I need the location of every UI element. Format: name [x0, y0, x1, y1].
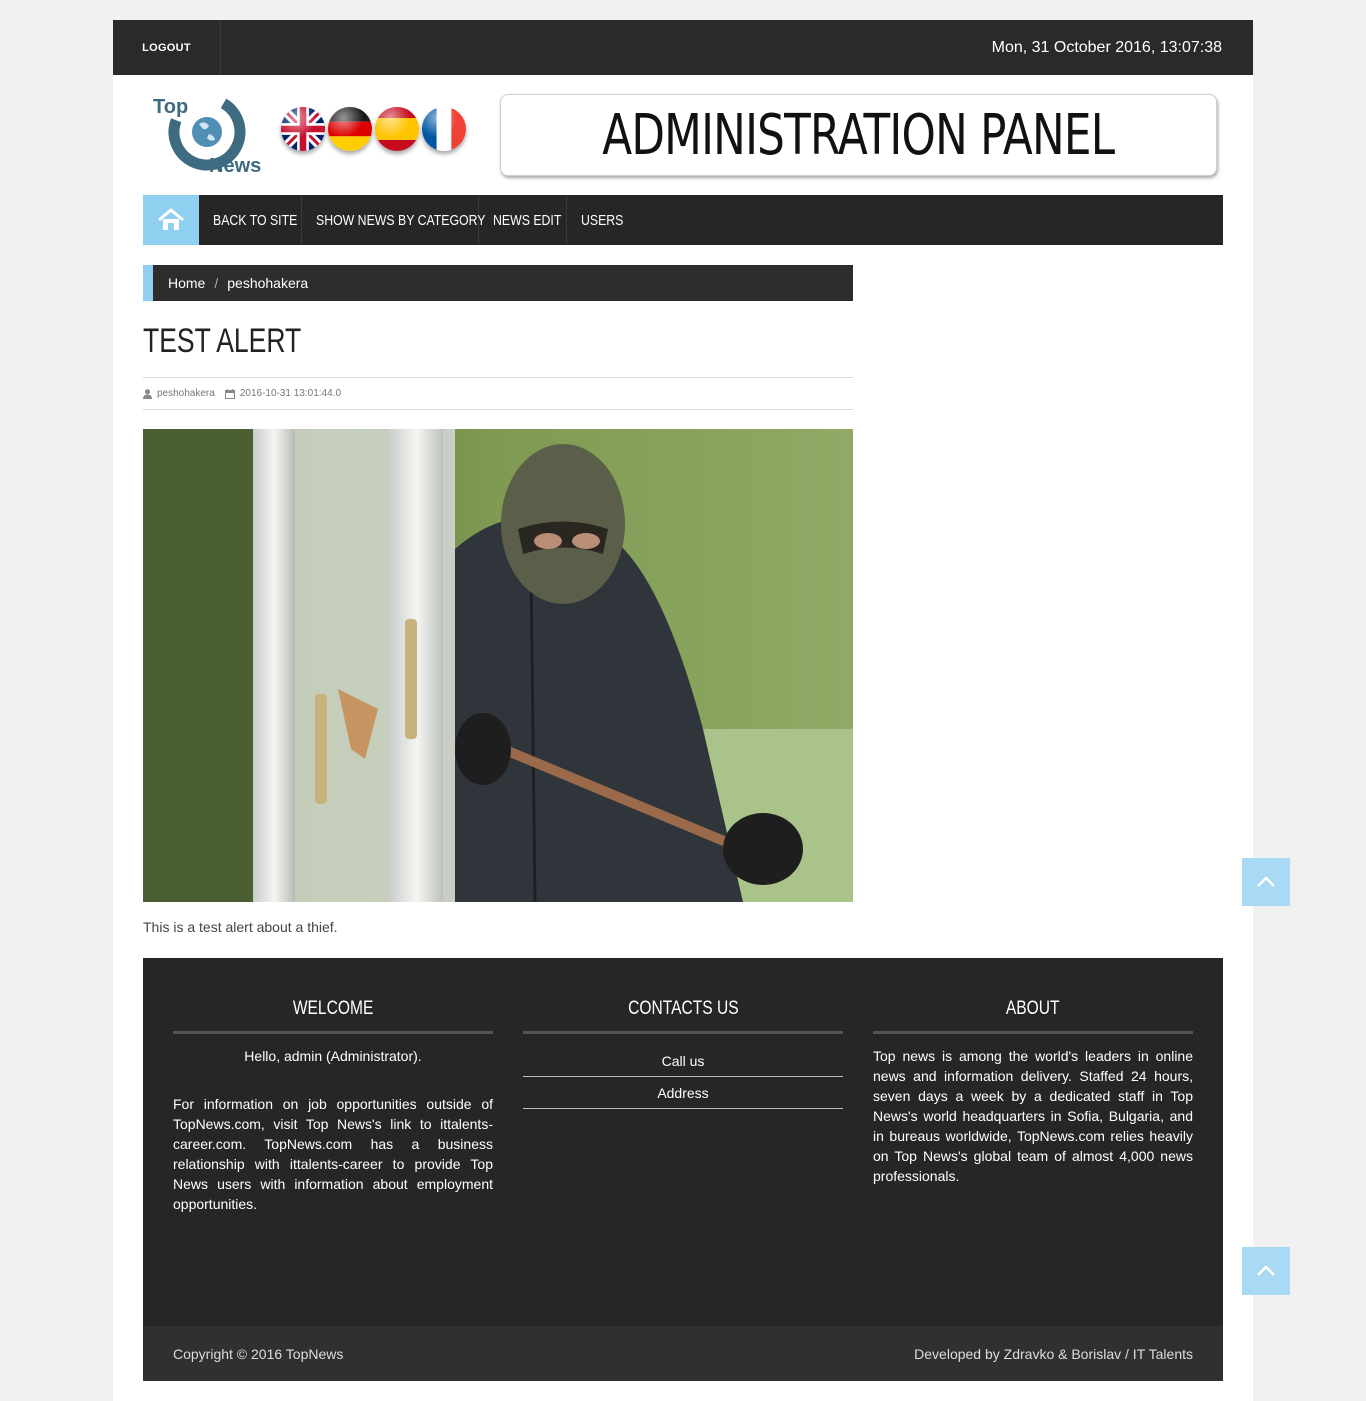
article-date: 2016-10-31 13:01:44.0 — [239, 388, 342, 399]
footer-divider — [523, 1031, 843, 1034]
nav-back-to-site-label: BACK TO SITE — [213, 211, 298, 229]
footer-divider — [173, 1031, 493, 1034]
nav-news-by-category[interactable]: SHOW NEWS BY CATEGORY — [302, 195, 485, 245]
nav-home-button[interactable] — [143, 195, 199, 245]
site-logo[interactable]: Top News — [153, 93, 271, 177]
article-meta: peshohakera 2016-10-31 13:01:44.0 — [143, 377, 853, 410]
breadcrumb-home-link[interactable]: Home — [168, 275, 205, 291]
breadcrumb-current: peshohakera — [227, 275, 309, 291]
chevron-up-icon — [1257, 876, 1275, 887]
footer-welcome-column: WELCOME Hello, admin (Administrator). Fo… — [173, 998, 493, 1214]
user-icon — [143, 388, 152, 399]
footer-welcome-heading: WELCOME — [292, 998, 374, 1019]
welcome-greeting: Hello, admin (Administrator). — [244, 1048, 422, 1064]
banner-title: ADMINISTRATION PANEL — [602, 102, 1115, 168]
top-bar: LOGOUT Mon, 31 October 2016, 13:07:38 — [113, 20, 1253, 75]
address-link[interactable]: Address — [523, 1077, 843, 1109]
breadcrumb: Home / peshohakera — [143, 265, 853, 301]
footer-about-heading: ABOUT — [1006, 998, 1060, 1019]
footer-contacts-heading: CONTACTS US — [627, 998, 739, 1019]
calendar-icon — [224, 388, 235, 399]
nav-news-edit[interactable]: NEWS EDIT — [479, 195, 567, 245]
scroll-to-top-button[interactable] — [1242, 1247, 1290, 1295]
logo-text-top: Top — [153, 96, 188, 118]
logo-text-bottom: News — [209, 155, 261, 176]
uk-flag-icon[interactable] — [281, 107, 325, 151]
logout-button[interactable]: LOGOUT — [113, 20, 221, 75]
footer-contacts-column: CONTACTS US Call us Address — [523, 998, 843, 1109]
nav-news-by-category-label: SHOW NEWS BY CATEGORY — [316, 211, 486, 229]
language-flags — [281, 107, 466, 155]
main-nav: BACK TO SITE SHOW NEWS BY CATEGORY NEWS … — [143, 195, 1223, 245]
globe-logo-icon: Top News — [153, 93, 261, 177]
copyright-text: Copyright © 2016 TopNews — [173, 1345, 344, 1362]
developed-by-text: Developed by Zdravko & Borislav / IT Tal… — [914, 1345, 1193, 1362]
page-container: LOGOUT Mon, 31 October 2016, 13:07:38 To… — [113, 20, 1253, 1401]
admin-panel-banner: ADMINISTRATION PANEL — [500, 94, 1217, 176]
footer-about-column: ABOUT Top news is among the world's lead… — [873, 998, 1193, 1186]
nav-back-to-site[interactable]: BACK TO SITE — [199, 195, 302, 245]
home-icon — [158, 208, 184, 230]
nav-users[interactable]: USERS — [567, 195, 634, 245]
scroll-to-top-button[interactable] — [1242, 858, 1290, 906]
chevron-up-icon — [1257, 1265, 1275, 1276]
spain-flag-icon[interactable] — [375, 107, 419, 151]
breadcrumb-separator: / — [214, 275, 219, 291]
welcome-text: For information on job opportunities out… — [173, 1096, 493, 1212]
article-image — [143, 429, 853, 902]
about-text: Top news is among the world's leaders in… — [873, 1048, 1193, 1184]
current-datetime: Mon, 31 October 2016, 13:07:38 — [991, 38, 1222, 56]
footer: WELCOME Hello, admin (Administrator). Fo… — [143, 958, 1223, 1381]
copyright-bar: Copyright © 2016 TopNews Developed by Zd… — [143, 1326, 1223, 1381]
article-body: This is a test alert about a thief. — [143, 919, 338, 935]
footer-divider — [873, 1031, 1193, 1034]
germany-flag-icon[interactable] — [328, 107, 372, 151]
call-us-link[interactable]: Call us — [523, 1045, 843, 1077]
article-author[interactable]: peshohakera — [157, 388, 215, 399]
article-title: TEST ALERT — [143, 322, 302, 360]
nav-users-label: USERS — [581, 211, 624, 229]
france-flag-icon[interactable] — [422, 107, 466, 151]
nav-news-edit-label: NEWS EDIT — [493, 211, 562, 229]
